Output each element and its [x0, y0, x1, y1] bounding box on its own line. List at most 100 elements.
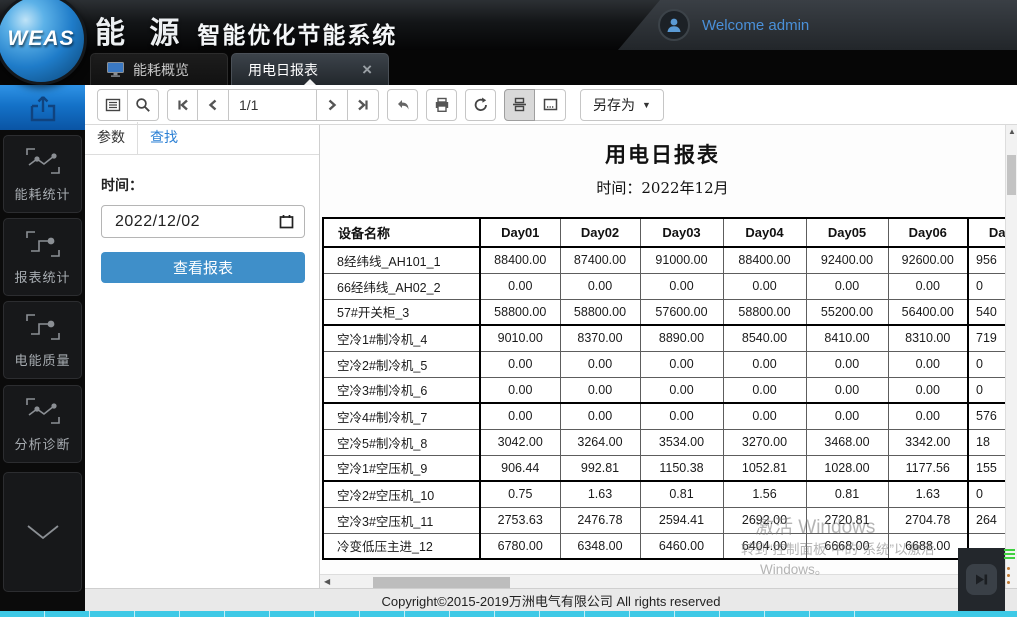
- value-cell: 1150.38: [640, 455, 723, 481]
- value-cell: 0.00: [723, 273, 806, 299]
- search-button[interactable]: [128, 89, 159, 121]
- page-number-input[interactable]: [229, 89, 317, 121]
- value-cell: 3534.00: [640, 429, 723, 455]
- value-cell: 3264.00: [560, 429, 640, 455]
- refresh-icon: [473, 97, 489, 113]
- value-cell: 0.00: [888, 351, 968, 377]
- value-cell: 58800.00: [480, 299, 560, 325]
- back-button[interactable]: [387, 89, 418, 121]
- sidebar-item-energy-stats[interactable]: 能耗统计: [3, 135, 82, 213]
- value-cell: 1052.81: [723, 455, 806, 481]
- value-cell: 58800.00: [560, 299, 640, 325]
- tab-parameters[interactable]: 参数: [85, 122, 138, 154]
- sidebar-item-analysis-diagnosis[interactable]: 分析诊断: [3, 385, 82, 463]
- user-avatar-icon[interactable]: [658, 9, 690, 41]
- next-page-button[interactable]: [317, 89, 348, 121]
- tab-daily-power-report[interactable]: 用电日报表 ×: [231, 53, 389, 85]
- value-cell: 6668.00: [806, 533, 888, 559]
- logo-text: WEAS: [8, 27, 75, 51]
- value-cell: 0.00: [480, 273, 560, 299]
- value-cell: 2692.00: [723, 507, 806, 533]
- prev-page-button[interactable]: [198, 89, 229, 121]
- horizontal-scroll-thumb[interactable]: [373, 577, 510, 588]
- column-header: Day07: [968, 218, 1005, 247]
- line-chart-icon: [24, 146, 62, 176]
- sidebar: 能耗统计 报表统计 电能质量: [0, 85, 85, 611]
- sidebar-expand-button[interactable]: [3, 472, 82, 592]
- value-cell: 91000.00: [640, 247, 723, 273]
- view-report-button[interactable]: 查看报表: [101, 252, 305, 283]
- tab-label: 用电日报表: [248, 60, 318, 80]
- sidebar-item-power-quality[interactable]: 电能质量: [3, 301, 82, 379]
- value-cell: 8890.00: [640, 325, 723, 351]
- horizontal-scrollbar[interactable]: ◀: [320, 574, 1005, 589]
- value-cell: 87400.00: [560, 247, 640, 273]
- value-cell: 2753.63: [480, 507, 560, 533]
- save-as-button[interactable]: 另存为 ▼: [580, 89, 664, 121]
- app-header: 能 源 智能优化节能系统 Welcome admin: [0, 0, 1017, 50]
- first-page-icon: [176, 98, 190, 112]
- column-header: Day03: [640, 218, 723, 247]
- value-cell: 6688.00: [888, 533, 968, 559]
- table-row: 8经纬线_AH101_188400.0087400.0091000.008840…: [323, 247, 1005, 273]
- parameters-panel: 参数 查找 时间： 2022/12/02 查看报表: [85, 125, 320, 588]
- device-name-cell: 空冷1#制冷机_4: [323, 325, 480, 351]
- table-row: 空冷2#空压机_100.751.630.811.560.811.630: [323, 481, 1005, 507]
- value-cell: 6780.00: [480, 533, 560, 559]
- value-cell: 2704.78: [888, 507, 968, 533]
- overflow-dots-icon[interactable]: [1007, 567, 1010, 584]
- vertical-scroll-thumb[interactable]: [1007, 155, 1016, 195]
- tab-find[interactable]: 查找: [138, 122, 190, 154]
- device-name-cell: 空冷3#空压机_11: [323, 507, 480, 533]
- green-menu-icon[interactable]: [1004, 549, 1015, 559]
- close-icon[interactable]: ×: [362, 61, 372, 78]
- value-cell: 8540.00: [723, 325, 806, 351]
- value-cell: 3468.00: [806, 429, 888, 455]
- last-page-button[interactable]: [348, 89, 379, 121]
- value-cell: 956: [968, 247, 1005, 273]
- save-as-label: 另存为: [593, 95, 635, 115]
- value-cell: 0.00: [723, 351, 806, 377]
- table-header-row: 设备名称Day01Day02Day03Day04Day05Day06Day07: [323, 218, 1005, 247]
- print-layout-toggle[interactable]: [504, 89, 535, 121]
- back-arrow-icon: [395, 98, 411, 112]
- report-view: 用电日报表 时间：2022年12月 设备名称Day01Day02Day03Day…: [320, 125, 1005, 574]
- value-cell: 56400.00: [888, 299, 968, 325]
- table-row: 空冷1#空压机_9906.44992.811150.381052.811028.…: [323, 455, 1005, 481]
- device-name-cell: 空冷5#制冷机_8: [323, 429, 480, 455]
- tab-energy-overview[interactable]: 能耗概览: [90, 53, 228, 85]
- value-cell: 0.00: [723, 403, 806, 429]
- value-cell: 0.75: [480, 481, 560, 507]
- value-cell: 0.00: [480, 351, 560, 377]
- vertical-scrollbar[interactable]: ▲: [1005, 125, 1017, 589]
- table-row: 空冷1#制冷机_49010.008370.008890.008540.00841…: [323, 325, 1005, 351]
- calendar-icon[interactable]: [279, 214, 294, 229]
- page-view-toggle[interactable]: [535, 89, 566, 121]
- skip-play-icon[interactable]: [966, 564, 997, 595]
- prev-page-icon: [206, 98, 220, 112]
- first-page-button[interactable]: [167, 89, 198, 121]
- refresh-button[interactable]: [465, 89, 496, 121]
- toc-button[interactable]: [97, 89, 128, 121]
- value-cell: 0.00: [723, 377, 806, 403]
- user-area[interactable]: Welcome admin: [658, 9, 809, 41]
- scroll-up-icon[interactable]: ▲: [1006, 127, 1017, 136]
- report-table: 设备名称Day01Day02Day03Day04Day05Day06Day07 …: [322, 217, 1005, 560]
- scroll-left-icon[interactable]: ◀: [324, 577, 330, 586]
- bottom-strip-segments: [0, 611, 878, 617]
- device-name-cell: 57#开关柜_3: [323, 299, 480, 325]
- value-cell: 0.00: [806, 403, 888, 429]
- sidebar-item-report-stats[interactable]: 报表统计: [3, 218, 82, 296]
- value-cell: 0: [968, 351, 1005, 377]
- print-layout-icon: [512, 97, 527, 112]
- device-name-cell: 冷变低压主进_12: [323, 533, 480, 559]
- value-cell: 264: [968, 507, 1005, 533]
- value-cell: 155: [968, 455, 1005, 481]
- date-input[interactable]: 2022/12/02: [101, 205, 305, 238]
- table-row: 冷变低压主进_126780.006348.006460.006404.00666…: [323, 533, 1005, 559]
- print-button[interactable]: [426, 89, 457, 121]
- column-header: 设备名称: [323, 218, 480, 247]
- tab-label: 能耗概览: [133, 60, 189, 80]
- value-cell: 18: [968, 429, 1005, 455]
- sidebar-item-export-active[interactable]: [0, 85, 85, 130]
